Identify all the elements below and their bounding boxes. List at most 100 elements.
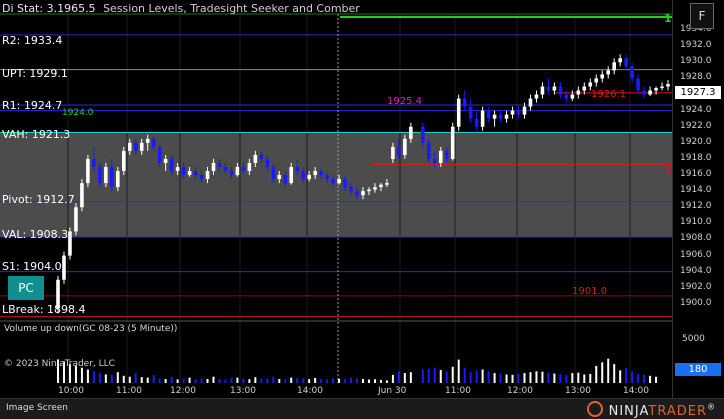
candle-body bbox=[121, 150, 126, 172]
candle-body bbox=[343, 179, 347, 188]
volume-bar bbox=[445, 371, 448, 383]
price-chart[interactable] bbox=[0, 0, 672, 398]
logo-registered-mark: ® bbox=[707, 402, 716, 412]
candle-body bbox=[409, 126, 413, 139]
volume-bar bbox=[601, 362, 604, 383]
candle-body bbox=[319, 171, 323, 176]
volume-bar bbox=[571, 373, 574, 383]
volume-bar bbox=[134, 373, 137, 383]
volume-bar bbox=[493, 373, 496, 383]
candle-body bbox=[295, 167, 300, 172]
pc-button[interactable]: PC bbox=[8, 276, 44, 300]
volume-bar bbox=[535, 371, 538, 383]
price-tick-label: 1904.0 bbox=[680, 265, 712, 276]
volume-bar bbox=[367, 379, 370, 383]
ninjatrader-logo-icon bbox=[586, 401, 603, 417]
time-tick-label: 11:00 bbox=[445, 386, 471, 396]
candle-body bbox=[313, 171, 317, 176]
candle-body bbox=[480, 110, 485, 127]
volume-bar bbox=[284, 379, 287, 383]
candle-body bbox=[163, 158, 168, 163]
volume-bar bbox=[505, 374, 508, 383]
volume-bar bbox=[332, 378, 335, 383]
volume-bar bbox=[391, 374, 394, 383]
volume-bar bbox=[242, 378, 245, 383]
candle-body bbox=[68, 231, 72, 256]
candle-body bbox=[229, 171, 234, 176]
candle-body bbox=[139, 142, 144, 151]
volume-bar bbox=[397, 371, 400, 383]
volume-bar bbox=[565, 374, 568, 383]
volume-bar bbox=[481, 369, 484, 383]
volume-bar bbox=[463, 367, 466, 383]
price-tick-label: 1924.0 bbox=[680, 104, 712, 115]
volume-bar bbox=[218, 379, 221, 383]
candle-body bbox=[116, 171, 120, 188]
current-price-marker: 1927.3 bbox=[675, 86, 721, 99]
level-label-lbreak: LBreak: 1898.4 bbox=[2, 303, 86, 316]
candle-body bbox=[403, 138, 407, 155]
candle-body bbox=[355, 191, 359, 196]
annotation-red-1926: 1926.1 bbox=[591, 89, 626, 100]
volume-bar bbox=[326, 379, 329, 383]
volume-bar bbox=[140, 377, 143, 383]
candle-body bbox=[145, 138, 150, 143]
volume-bar bbox=[619, 370, 622, 383]
candle-body bbox=[277, 175, 282, 180]
candle-body bbox=[606, 70, 611, 75]
volume-bar bbox=[637, 374, 640, 383]
fullscreen-f-button[interactable]: F bbox=[690, 3, 714, 29]
time-tick-label: Jun 30 bbox=[378, 386, 407, 396]
candle-body bbox=[588, 82, 593, 87]
time-tick-label: 12:00 bbox=[507, 386, 533, 396]
volume-bar bbox=[146, 377, 149, 383]
candle-body bbox=[379, 184, 383, 188]
time-tick-label: 13:00 bbox=[230, 386, 256, 396]
candle-body bbox=[438, 150, 443, 163]
volume-bar bbox=[272, 376, 275, 383]
volume-bar bbox=[128, 376, 131, 383]
candle-body bbox=[427, 142, 431, 159]
candle-body bbox=[193, 171, 198, 176]
volume-bar bbox=[379, 379, 382, 383]
volume-bar bbox=[248, 379, 251, 383]
volume-bar bbox=[224, 379, 227, 383]
candle-body bbox=[373, 187, 377, 190]
volume-bar bbox=[631, 371, 634, 383]
candle-body bbox=[564, 94, 569, 99]
candle-body bbox=[594, 78, 599, 83]
volume-bar bbox=[206, 378, 209, 383]
volume-bar bbox=[559, 374, 562, 383]
candle-body bbox=[247, 162, 252, 172]
candle-body bbox=[169, 158, 174, 172]
time-tick-label: 14:00 bbox=[623, 386, 649, 396]
candle-body bbox=[552, 86, 557, 91]
level-label-r1: R1: 1924.7 bbox=[2, 99, 63, 112]
annotation-magenta-1925: 1925.4 bbox=[387, 96, 422, 107]
volume-bar bbox=[170, 376, 173, 383]
volume-bar bbox=[344, 379, 347, 383]
level-label-r2: R2: 1933.4 bbox=[2, 34, 63, 47]
candle-body bbox=[648, 90, 652, 95]
volume-bar bbox=[176, 379, 179, 383]
copyright-text: © 2023 NinjaTrader, LLC bbox=[4, 359, 115, 369]
volume-bar bbox=[86, 369, 89, 383]
level-label-upt: UPT: 1929.1 bbox=[2, 67, 68, 80]
candle-body bbox=[337, 179, 341, 184]
volume-bar bbox=[92, 371, 95, 383]
candle-body bbox=[265, 158, 270, 167]
footer-left-label: Image Screen bbox=[6, 403, 68, 413]
candle-body bbox=[151, 138, 156, 147]
volume-bar bbox=[80, 367, 83, 383]
volume-bar bbox=[595, 365, 598, 383]
candle-body bbox=[385, 183, 389, 185]
volume-bar bbox=[188, 377, 191, 383]
candle-body bbox=[468, 106, 473, 119]
volume-bar bbox=[541, 371, 544, 383]
volume-bar bbox=[260, 378, 263, 383]
time-tick-label: 10:00 bbox=[58, 386, 84, 396]
price-tick-label: 1916.0 bbox=[680, 169, 712, 180]
value-area-band bbox=[0, 132, 672, 238]
volume-bar bbox=[356, 378, 359, 383]
price-tick-label: 1922.0 bbox=[680, 120, 712, 131]
